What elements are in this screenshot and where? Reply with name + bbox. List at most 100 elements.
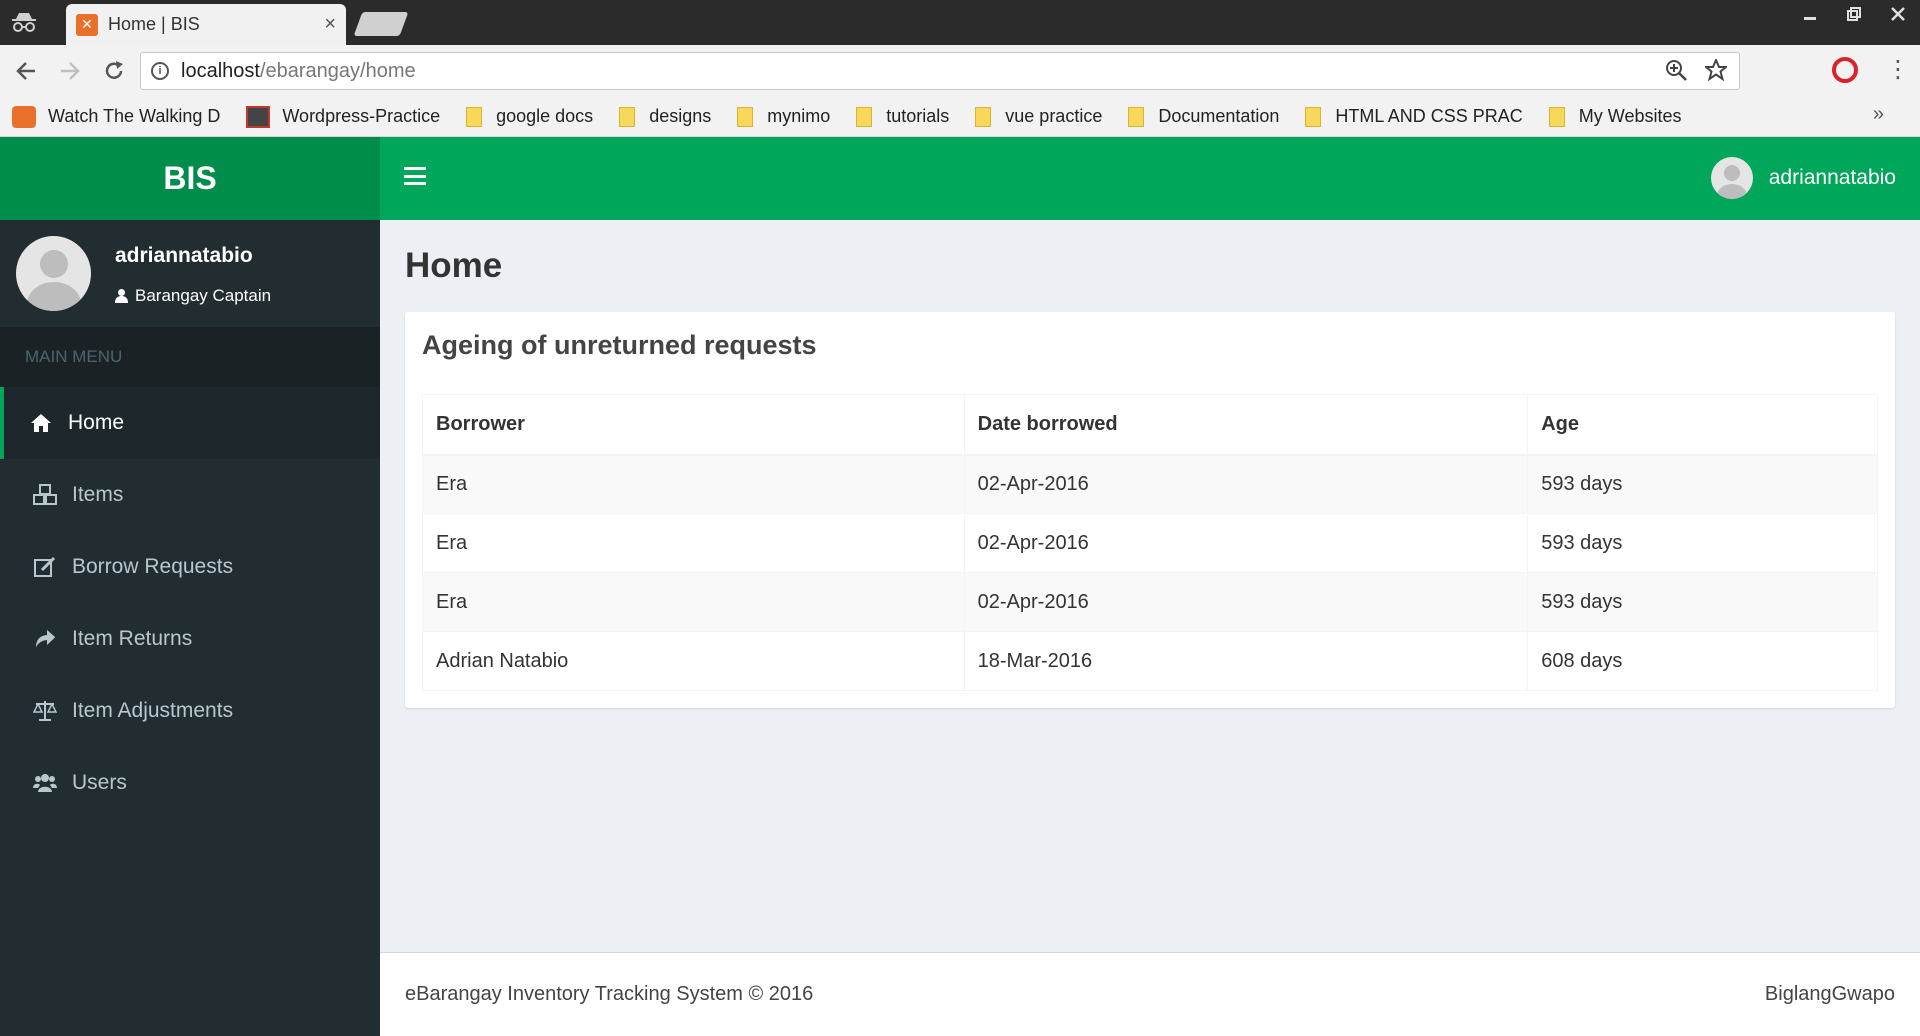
bookmark-folder[interactable]: google docs	[466, 106, 593, 127]
cell-age: 593 days	[1527, 454, 1878, 514]
box-title: Ageing of unreturned requests	[422, 330, 817, 360]
unreturned-requests-table: Borrower Date borrowed Age Era 02-Apr-20…	[422, 394, 1878, 691]
bookmark-folder[interactable]: HTML AND CSS PRAC	[1305, 106, 1523, 127]
cell-date-borrowed: 02-Apr-2016	[963, 454, 1529, 514]
home-icon	[28, 412, 54, 434]
sidebar-item-label: Items	[72, 483, 124, 506]
avatar	[1710, 157, 1753, 199]
folder-icon	[737, 106, 754, 127]
bookmark-folder[interactable]: designs	[619, 106, 711, 127]
sidebar-user-name: adriannatabio	[115, 244, 253, 267]
bookmarks-overflow-icon[interactable]: »	[1873, 103, 1884, 126]
bookmark-folder[interactable]: My Websites	[1548, 106, 1682, 127]
restore-icon[interactable]	[1832, 0, 1876, 28]
folder-icon	[1305, 106, 1322, 127]
sidebar: adriannatabio Barangay Captain MAIN MENU…	[0, 220, 380, 1036]
user-icon	[115, 289, 128, 303]
orange-app-icon	[12, 105, 36, 128]
table-row: Era 02-Apr-2016 593 days	[422, 513, 1878, 573]
cell-age: 608 days	[1527, 631, 1878, 691]
url-host: localhost	[181, 59, 260, 82]
forward-arrow-icon[interactable]	[52, 53, 88, 89]
menu-header: MAIN MENU	[0, 327, 380, 387]
cell-age: 593 days	[1527, 513, 1878, 573]
tab-title: Home | BIS	[108, 14, 200, 34]
main-content: Home Ageing of unreturned requests Borro…	[380, 220, 1920, 952]
bookmark-folder[interactable]: vue practice	[975, 106, 1102, 127]
users-icon	[32, 772, 58, 794]
address-bar[interactable]: i localhost/ebarangay/home	[140, 52, 1740, 90]
tab-close-icon[interactable]: ×	[324, 13, 336, 36]
cubes-icon	[32, 484, 58, 506]
sidebar-item-label: Item Returns	[72, 627, 193, 650]
folder-icon	[856, 106, 873, 127]
table-row: Era 02-Apr-2016 593 days	[422, 572, 1878, 632]
close-window-icon[interactable]	[1876, 0, 1920, 28]
sidebar-user-role: Barangay Captain	[115, 286, 271, 306]
browser-tab-active[interactable]: ✕ Home | BIS ×	[66, 4, 346, 45]
sidebar-toggle-icon[interactable]	[404, 167, 426, 185]
zoom-icon[interactable]	[1665, 59, 1687, 87]
column-header-age: Age	[1527, 394, 1878, 456]
user-panel: adriannatabio Barangay Captain	[0, 220, 380, 327]
dark-app-icon	[246, 105, 271, 128]
table-header-row: Borrower Date borrowed Age	[422, 394, 1878, 456]
bookmark-item[interactable]: Wordpress-Practice	[246, 105, 440, 128]
bookmark-folder[interactable]: Documentation	[1128, 106, 1279, 127]
sidebar-item-label: Item Adjustments	[72, 699, 234, 722]
back-arrow-icon[interactable]	[8, 53, 44, 89]
cell-borrower: Era	[422, 513, 965, 573]
folder-icon	[1128, 106, 1145, 127]
cell-borrower: Era	[422, 454, 965, 514]
sidebar-item-label: Users	[72, 771, 127, 794]
opera-extension-icon[interactable]	[1832, 57, 1858, 83]
site-info-icon[interactable]: i	[151, 62, 169, 80]
sidebar-item-borrow-requests[interactable]: Borrow Requests	[0, 531, 380, 603]
cell-age: 593 days	[1527, 572, 1878, 632]
table-row: Adrian Natabio 18-Mar-2016 608 days	[422, 631, 1878, 691]
balance-scale-icon	[32, 700, 58, 722]
share-arrow-icon	[32, 628, 58, 650]
browser-toolbar: i localhost/ebarangay/home ⋮	[0, 45, 1920, 97]
folder-icon	[1548, 106, 1565, 127]
bookmark-folder[interactable]: tutorials	[856, 106, 949, 127]
footer-credit: BiglangGwapo	[1764, 983, 1895, 1005]
sidebar-item-label: Home	[68, 411, 125, 434]
column-header-date-borrowed: Date borrowed	[963, 394, 1529, 456]
edit-icon	[32, 556, 58, 578]
window-controls	[1788, 0, 1920, 28]
bookmark-item[interactable]: Watch The Walking D	[12, 105, 220, 128]
table-row: Era 02-Apr-2016 593 days	[422, 454, 1878, 514]
folder-icon	[466, 106, 483, 127]
user-menu[interactable]: adriannatabio	[1710, 157, 1896, 199]
app-topbar: adriannatabio	[380, 137, 1920, 220]
url-path: /ebarangay/home	[259, 59, 416, 82]
page-title: Home	[405, 246, 503, 285]
incognito-icon[interactable]	[8, 8, 40, 36]
cell-borrower: Era	[422, 572, 965, 632]
sidebar-item-item-adjustments[interactable]: Item Adjustments	[0, 675, 380, 747]
sidebar-item-label: Borrow Requests	[72, 555, 234, 578]
sidebar-item-items[interactable]: Items	[0, 459, 380, 531]
bookmarks-bar: Watch The Walking D Wordpress-Practice g…	[0, 97, 1920, 137]
column-header-borrower: Borrower	[422, 394, 965, 456]
footer: eBarangay Inventory Tracking System © 20…	[380, 952, 1920, 1036]
cell-date-borrowed: 02-Apr-2016	[963, 513, 1529, 573]
xampp-favicon-icon: ✕	[76, 13, 98, 36]
sidebar-item-item-returns[interactable]: Item Returns	[0, 603, 380, 675]
footer-copyright: eBarangay Inventory Tracking System © 20…	[405, 983, 814, 1005]
cell-borrower: Adrian Natabio	[422, 631, 965, 691]
reload-icon[interactable]	[96, 53, 132, 89]
new-tab-button[interactable]	[353, 12, 409, 36]
cell-date-borrowed: 02-Apr-2016	[963, 572, 1529, 632]
browser-menu-icon[interactable]: ⋮	[1886, 55, 1910, 84]
sidebar-item-users[interactable]: Users	[0, 747, 380, 819]
bookmark-folder[interactable]: mynimo	[737, 106, 830, 127]
top-username: adriannatabio	[1768, 166, 1896, 189]
folder-icon	[619, 106, 636, 127]
bookmark-star-icon[interactable]	[1703, 57, 1729, 87]
app-logo[interactable]: BIS	[0, 137, 380, 220]
sidebar-item-home[interactable]: Home	[0, 387, 380, 459]
minimize-icon[interactable]	[1788, 0, 1832, 28]
cell-date-borrowed: 18-Mar-2016	[963, 631, 1529, 691]
